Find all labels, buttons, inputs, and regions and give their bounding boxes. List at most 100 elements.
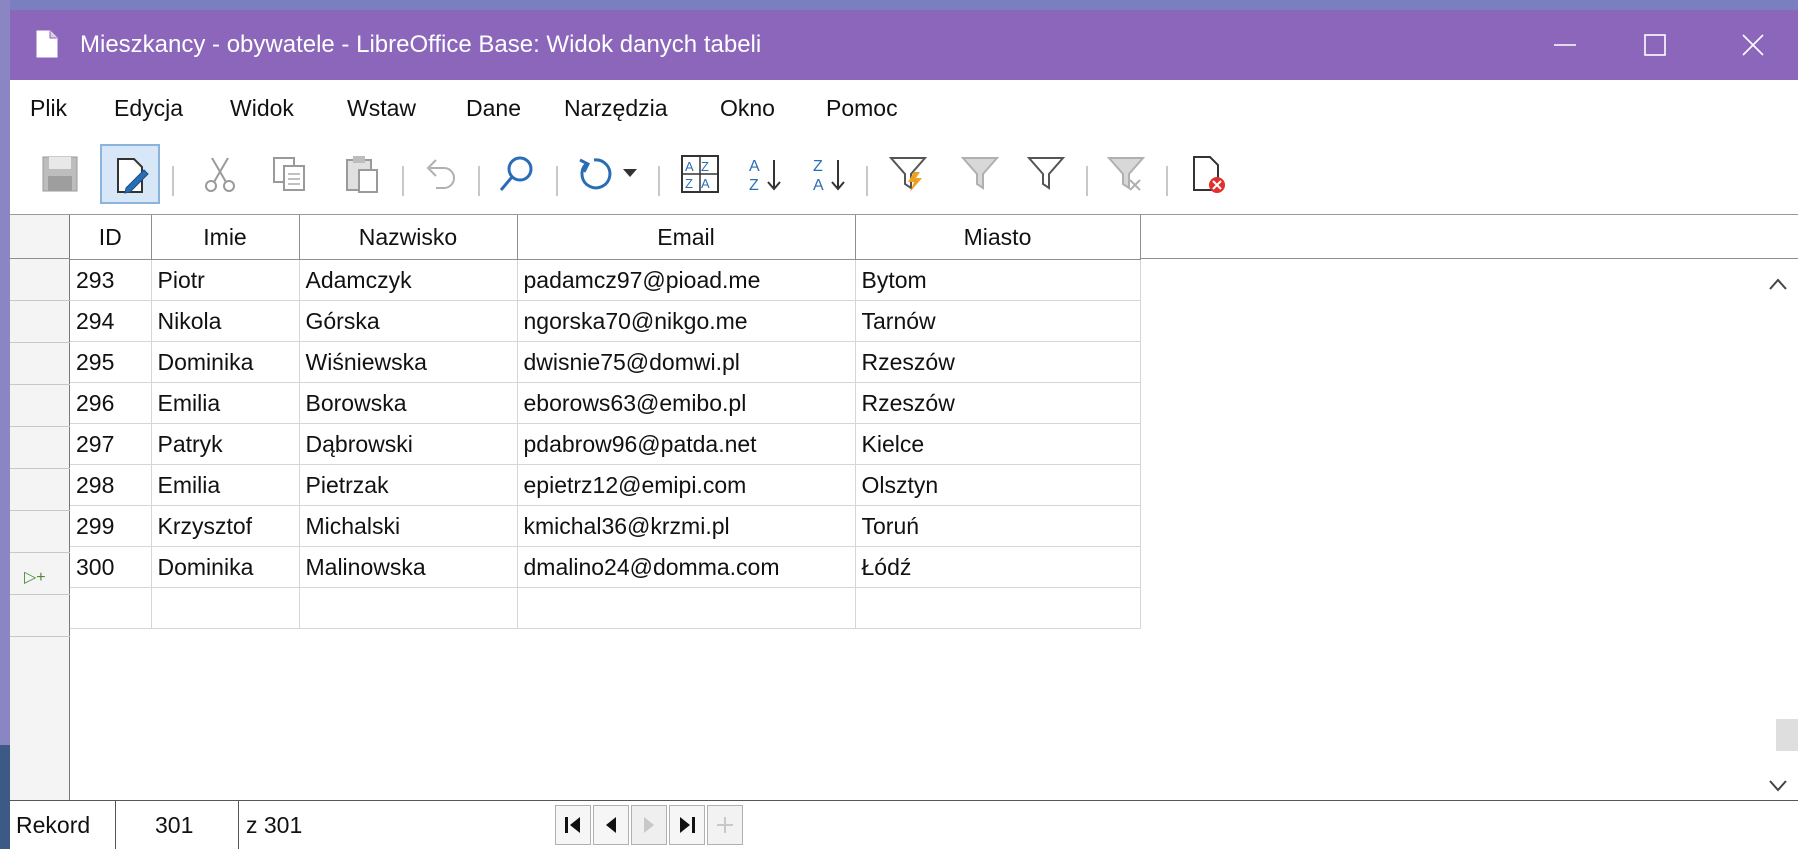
refresh-button[interactable] (564, 144, 624, 204)
title-bar[interactable]: Mieszkancy - obywatele - LibreOffice Bas… (10, 10, 1798, 80)
cell-email[interactable]: epietrz12@emipi.com (517, 464, 856, 506)
delete-record-button[interactable] (1178, 144, 1238, 204)
menu-wstaw[interactable]: Wstaw (347, 80, 416, 136)
cell-imie[interactable]: Nikola (151, 300, 300, 342)
new-cell-id[interactable] (70, 587, 152, 629)
last-record-button[interactable] (669, 805, 705, 845)
table-data-grid[interactable]: ▷+ ID Imie Nazwisko Email Miasto 293 Pio… (10, 214, 1798, 801)
cell-miasto[interactable]: Kielce (855, 423, 1141, 465)
copy-button[interactable] (260, 144, 320, 204)
cell-miasto[interactable]: Tarnów (855, 300, 1141, 342)
column-header-imie[interactable]: Imie (151, 215, 300, 260)
sort-button[interactable]: A Z Z A (670, 144, 730, 204)
menu-edycja[interactable]: Edycja (114, 80, 183, 136)
save-record-button[interactable] (30, 144, 90, 204)
scroll-up-icon[interactable] (1768, 277, 1788, 291)
refresh-dropdown-button[interactable] (616, 144, 646, 204)
table-row[interactable]: 300 Dominika Malinowska dmalino24@domma.… (70, 546, 1141, 588)
paste-button[interactable] (332, 144, 392, 204)
menu-narzedzia[interactable]: Narzędzia (564, 80, 668, 136)
cell-imie[interactable]: Piotr (151, 259, 300, 301)
cut-button[interactable] (190, 144, 250, 204)
row-header[interactable] (10, 385, 70, 427)
row-header[interactable] (10, 301, 70, 343)
table-row[interactable]: 295 Dominika Wiśniewska dwisnie75@domwi.… (70, 341, 1141, 383)
table-row[interactable]: 299 Krzysztof Michalski kmichal36@krzmi.… (70, 505, 1141, 547)
row-header-new[interactable] (10, 595, 70, 637)
find-record-button[interactable] (486, 144, 546, 204)
cell-email[interactable]: kmichal36@krzmi.pl (517, 505, 856, 547)
row-header[interactable] (10, 427, 70, 469)
row-header[interactable] (10, 469, 70, 511)
cell-id[interactable]: 295 (70, 341, 152, 383)
cell-miasto[interactable]: Toruń (855, 505, 1141, 547)
new-cell-email[interactable] (517, 587, 856, 629)
column-header-miasto[interactable]: Miasto (855, 215, 1141, 260)
cell-miasto[interactable]: Bytom (855, 259, 1141, 301)
close-button[interactable] (1708, 10, 1798, 80)
new-cell-miasto[interactable] (855, 587, 1141, 629)
minimize-button[interactable] (1520, 10, 1610, 80)
scroll-down-icon[interactable] (1768, 779, 1788, 793)
cell-imie[interactable]: Dominika (151, 546, 300, 588)
cell-nazwisko[interactable]: Wiśniewska (299, 341, 518, 383)
cell-miasto[interactable]: Rzeszów (855, 341, 1141, 383)
standard-filter-button[interactable] (1016, 144, 1076, 204)
cell-email[interactable]: dwisnie75@domwi.pl (517, 341, 856, 383)
cell-email[interactable]: dmalino24@domma.com (517, 546, 856, 588)
cell-imie[interactable]: Patryk (151, 423, 300, 465)
new-cell-imie[interactable] (151, 587, 300, 629)
row-header[interactable] (10, 343, 70, 385)
autofilter-button[interactable] (878, 144, 938, 204)
column-header-nazwisko[interactable]: Nazwisko (299, 215, 518, 260)
edit-data-button[interactable] (100, 144, 160, 204)
vertical-scrollbar[interactable] (1758, 259, 1798, 801)
cell-nazwisko[interactable]: Adamczyk (299, 259, 518, 301)
cell-nazwisko[interactable]: Górska (299, 300, 518, 342)
cell-miasto[interactable]: Łódź (855, 546, 1141, 588)
maximize-button[interactable] (1610, 10, 1700, 80)
table-row[interactable]: 298 Emilia Pietrzak epietrz12@emipi.com … (70, 464, 1141, 506)
new-cell-nazwisko[interactable] (299, 587, 518, 629)
row-header[interactable] (10, 259, 70, 301)
table-row[interactable]: 296 Emilia Borowska eborows63@emibo.pl R… (70, 382, 1141, 424)
cell-miasto[interactable]: Olsztyn (855, 464, 1141, 506)
cell-miasto[interactable]: Rzeszów (855, 382, 1141, 424)
row-header-corner[interactable] (10, 215, 70, 259)
menu-widok[interactable]: Widok (230, 80, 294, 136)
next-record-button[interactable] (631, 805, 667, 845)
cell-email[interactable]: eborows63@emibo.pl (517, 382, 856, 424)
menu-okno[interactable]: Okno (720, 80, 775, 136)
undo-button[interactable] (410, 144, 470, 204)
table-row[interactable]: 294 Nikola Górska ngorska70@nikgo.me Tar… (70, 300, 1141, 342)
cell-email[interactable]: pdabrow96@patda.net (517, 423, 856, 465)
cell-id[interactable]: 294 (70, 300, 152, 342)
reset-filter-button[interactable] (1096, 144, 1156, 204)
cell-nazwisko[interactable]: Malinowska (299, 546, 518, 588)
menu-plik[interactable]: Plik (30, 80, 67, 136)
cell-nazwisko[interactable]: Pietrzak (299, 464, 518, 506)
cell-nazwisko[interactable]: Michalski (299, 505, 518, 547)
cell-nazwisko[interactable]: Borowska (299, 382, 518, 424)
cell-email[interactable]: ngorska70@nikgo.me (517, 300, 856, 342)
cell-id[interactable]: 296 (70, 382, 152, 424)
cell-imie[interactable]: Emilia (151, 464, 300, 506)
cell-email[interactable]: padamcz97@pioad.me (517, 259, 856, 301)
cell-id[interactable]: 298 (70, 464, 152, 506)
menu-dane[interactable]: Dane (466, 80, 521, 136)
sort-ascending-button[interactable]: A Z (736, 144, 796, 204)
current-record-field[interactable]: 301 (155, 801, 193, 849)
previous-record-button[interactable] (593, 805, 629, 845)
cell-imie[interactable]: Emilia (151, 382, 300, 424)
new-record-row[interactable] (70, 587, 1141, 629)
row-header[interactable] (10, 511, 70, 553)
scrollbar-thumb[interactable] (1776, 719, 1798, 751)
table-row[interactable]: 293 Piotr Adamczyk padamcz97@pioad.me By… (70, 259, 1141, 301)
new-record-button[interactable] (707, 805, 743, 845)
cell-id[interactable]: 299 (70, 505, 152, 547)
first-record-button[interactable] (555, 805, 591, 845)
cell-imie[interactable]: Krzysztof (151, 505, 300, 547)
table-row[interactable]: 297 Patryk Dąbrowski pdabrow96@patda.net… (70, 423, 1141, 465)
cell-nazwisko[interactable]: Dąbrowski (299, 423, 518, 465)
menu-pomoc[interactable]: Pomoc (826, 80, 898, 136)
